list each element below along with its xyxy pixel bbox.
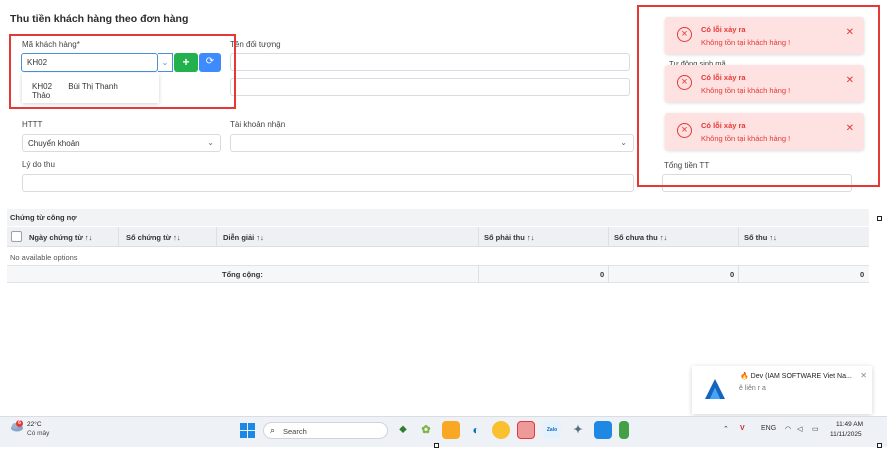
taskbar-app-icon[interactable]: ⬥ <box>394 421 412 439</box>
windows-notification[interactable]: 🔥 Dev (IAM SOFTWARE Viet Na... ê liên r … <box>692 366 872 414</box>
col-so-phai-thu[interactable]: Số phải thu ↑↓ <box>484 233 534 242</box>
chevron-up-icon[interactable]: ⌃ <box>723 425 729 433</box>
footer-total-label: Tổng cộng: <box>222 270 263 279</box>
httt-select[interactable]: Chuyển khoản ⌄ <box>22 134 221 152</box>
table-empty-text: No available options <box>10 253 78 262</box>
search-icon: ⌕ <box>270 425 276 435</box>
taskbar-app-icon[interactable] <box>619 421 629 439</box>
taskbar-search[interactable]: ⌕ Search <box>263 422 388 439</box>
notification-subtitle: ê liên r a <box>739 385 766 392</box>
tai-khoan-nhan-label: Tài khoản nhận <box>230 120 286 129</box>
col-so-chua-thu[interactable]: Số chưa thu ↑↓ <box>614 233 667 242</box>
httt-label: HTTT <box>22 120 43 129</box>
wifi-icon[interactable]: ◠ <box>785 425 791 433</box>
notification-title-text: Dev (IAM SOFTWARE Viet Na... <box>750 373 852 380</box>
page-title: Thu tiền khách hàng theo đơn hàng <box>10 13 189 25</box>
ly-do-thu-label: Lý do thu <box>22 160 55 169</box>
ten-doi-tuong-input[interactable] <box>230 53 630 71</box>
chrome-icon[interactable] <box>492 421 510 439</box>
highlight-box-toasts <box>637 5 880 187</box>
col-ngay-chung-tu[interactable]: Ngày chứng từ ↑↓ <box>29 233 92 242</box>
col-label: Số thu <box>744 233 768 242</box>
zalo-icon[interactable]: Zalo <box>543 421 561 439</box>
close-icon[interactable]: ✕ <box>860 371 867 380</box>
col-divider <box>216 227 217 247</box>
battery-icon[interactable]: ▭ <box>812 425 819 433</box>
sort-icon: ↑↓ <box>769 233 777 242</box>
col-label: Diễn giải <box>223 233 255 242</box>
select-all-checkbox[interactable] <box>11 231 22 242</box>
search-placeholder: Search <box>283 427 307 436</box>
language-indicator[interactable]: ENG <box>761 425 776 432</box>
col-divider <box>478 227 479 247</box>
windows-start-icon[interactable] <box>240 423 255 438</box>
footer-so-phai-thu: 0 <box>600 270 605 279</box>
col-label: Số chứng từ <box>126 233 172 242</box>
selection-handle <box>434 443 439 448</box>
weather-badge: 6 <box>16 420 23 427</box>
taskbar-app-icon[interactable]: ✦ <box>569 421 587 439</box>
antivirus-icon[interactable]: V <box>740 425 745 432</box>
section-header-band <box>7 209 869 226</box>
app-logo-icon <box>705 379 725 399</box>
sort-icon: ↑↓ <box>256 233 264 242</box>
footer-so-chua-thu: 0 <box>730 270 735 279</box>
col-label: Ngày chứng từ <box>29 233 83 242</box>
chrome-active-icon[interactable] <box>517 421 535 439</box>
sort-icon: ↑↓ <box>659 233 668 242</box>
sort-icon: ↑↓ <box>84 233 93 242</box>
chevron-down-icon: ⌄ <box>620 138 627 147</box>
highlight-box-customer <box>9 34 236 109</box>
weather-temp[interactable]: 22°C <box>27 421 42 428</box>
section-title: Chứng từ công nợ <box>10 213 77 222</box>
col-divider <box>738 227 739 247</box>
edge-icon[interactable]: ◐ <box>467 421 485 439</box>
file-explorer-icon[interactable] <box>442 421 460 439</box>
weather-condition[interactable]: Có mây <box>27 430 49 437</box>
selection-handle <box>877 443 882 448</box>
col-divider <box>738 265 739 283</box>
volume-icon[interactable]: ◁ <box>797 425 802 433</box>
chevron-down-icon: ⌄ <box>207 138 214 147</box>
col-divider <box>118 227 119 247</box>
notification-title: 🔥 Dev (IAM SOFTWARE Viet Na... <box>740 372 852 380</box>
clock-time[interactable]: 11:49 AM <box>836 421 863 428</box>
taskbar-app-icon[interactable]: ✿ <box>417 421 435 439</box>
sort-icon: ↑↓ <box>173 233 181 242</box>
table-footer <box>7 265 869 283</box>
taskbar-app-icon[interactable] <box>594 421 612 439</box>
selection-handle <box>877 216 882 221</box>
sort-icon: ↑↓ <box>526 233 535 242</box>
ten-doi-tuong-label: Tên đối tượng <box>230 40 281 49</box>
col-so-thu[interactable]: Số thu ↑↓ <box>744 233 777 242</box>
col-dien-giai[interactable]: Diễn giải ↑↓ <box>223 233 264 242</box>
footer-so-thu: 0 <box>860 270 865 279</box>
ly-do-thu-input[interactable] <box>22 174 634 192</box>
col-divider <box>608 227 609 247</box>
httt-value: Chuyển khoản <box>28 139 80 148</box>
col-divider <box>608 265 609 283</box>
tai-khoan-nhan-select[interactable]: ⌄ <box>230 134 634 152</box>
col-divider <box>478 265 479 283</box>
col-label: Số chưa thu <box>614 233 658 242</box>
fire-icon: 🔥 <box>740 373 749 380</box>
col-label: Số phải thu <box>484 233 525 242</box>
col-so-chung-tu[interactable]: Số chứng từ ↑↓ <box>126 233 181 242</box>
clock-date[interactable]: 11/11/2025 <box>830 431 862 438</box>
dia-chi-input[interactable] <box>230 78 630 96</box>
